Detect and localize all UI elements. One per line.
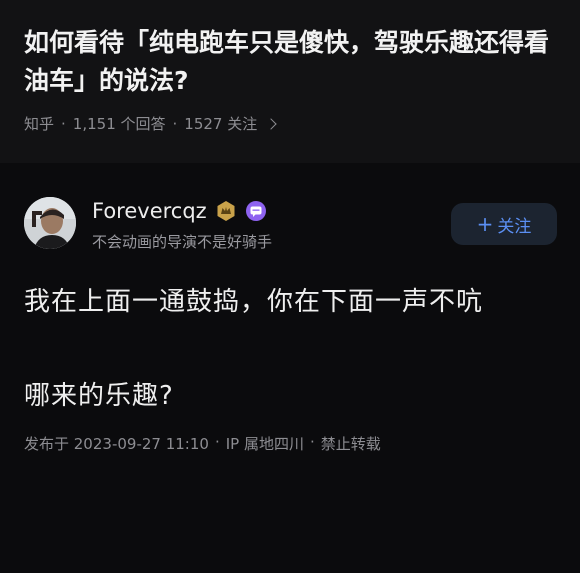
copyright-notice: 禁止转载: [320, 435, 381, 453]
ip-location: IP 属地四川: [225, 435, 304, 453]
answer-count[interactable]: 1,151 个回答: [73, 113, 166, 134]
source-label: 知乎: [24, 115, 55, 133]
publish-time: 发布于 2023-09-27 11:10: [24, 435, 209, 453]
meta-separator: ·: [172, 114, 178, 133]
meta-separator: ·: [214, 433, 220, 451]
question-meta: 知乎 · 1,151 个回答 · 1527 关注: [24, 113, 277, 134]
chevron-right-icon[interactable]: [265, 117, 277, 130]
answer-meta: 发布于 2023-09-27 11:10 · IP 属地四川 · 禁止转载: [24, 433, 381, 454]
plus-icon: +: [476, 212, 494, 236]
author-name[interactable]: Forevercqz: [92, 199, 207, 223]
follow-button[interactable]: + 关注: [451, 203, 557, 245]
avatar[interactable]: [24, 197, 76, 249]
answer-text-line: 我在上面一通鼓捣，你在下面一声不吭: [24, 287, 484, 317]
question-header: 如何看待「纯电跑车只是傻快，驾驶乐趣还得看油车」的说法? 知乎 · 1,151 …: [0, 0, 580, 163]
purple-badge-icon: [245, 201, 266, 221]
answer-text-line: 哪来的乐趣?: [24, 381, 174, 411]
answer-card: Forevercqz 不会动画的导演不是好骑手 + 关注 我在上面一通鼓捣，你在…: [0, 163, 580, 573]
question-title[interactable]: 如何看待「纯电跑车只是傻快，驾驶乐趣还得看油车」的说法?: [24, 24, 564, 100]
meta-separator: ·: [309, 433, 315, 451]
gold-badge-icon: [217, 201, 235, 221]
follower-count[interactable]: 1527 关注: [184, 113, 257, 134]
author-bio: 不会动画的导演不是好骑手: [92, 233, 273, 251]
avatar-image: [24, 197, 76, 249]
meta-separator: ·: [61, 114, 66, 133]
author-row: Forevercqz: [92, 199, 267, 223]
follow-label: 关注: [497, 216, 532, 237]
